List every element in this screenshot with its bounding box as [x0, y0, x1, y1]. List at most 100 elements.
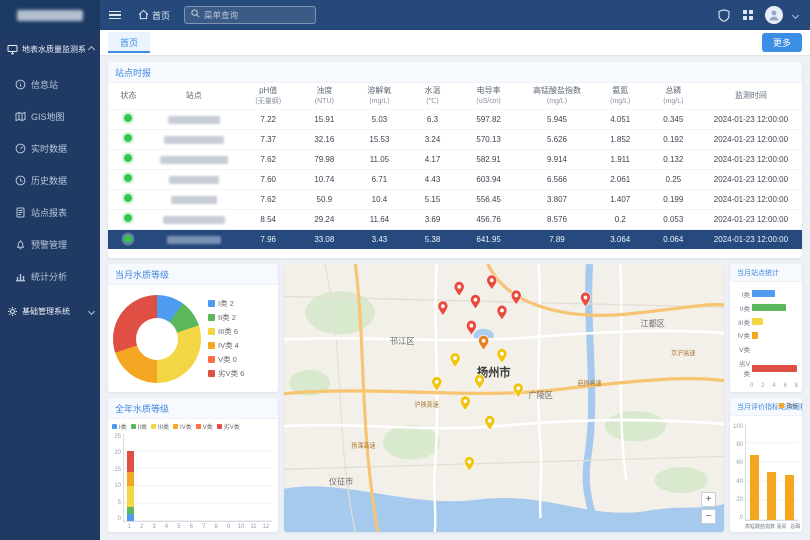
sidebar-section-1[interactable]: 基础管理系统 — [0, 292, 100, 330]
annual-x-axis: 123456789101112 — [123, 524, 278, 532]
table-row[interactable]: 7.2215.915.036.3597.825.9454.0510.345 20… — [108, 109, 802, 129]
legend-item: IV类 4 — [208, 340, 244, 351]
sidebar-item-label: 历史数据 — [31, 174, 67, 187]
map-road-label: 京沪高速 — [671, 348, 696, 357]
map-district-label: 邗江区 — [390, 336, 414, 346]
stack-segment — [127, 451, 134, 472]
measurement-value: 0.053 — [647, 209, 700, 229]
sidebar-item-0-4[interactable]: 站点报表 — [0, 196, 100, 228]
month-station-stats-title: 当月站点统计 — [730, 264, 802, 282]
tab-home[interactable]: 首页 — [108, 32, 150, 53]
sidebar-item-label: 实时数据 — [31, 142, 67, 155]
hbar-row: V类 — [733, 344, 797, 354]
table-row[interactable]: 7.6010.746.714.43603.946.5662.0610.25 20… — [108, 169, 802, 189]
left-column: 当月水质等级 I类 2 II类 2 III类 6 IV类 4 V类 0 劣V类 … — [108, 264, 278, 532]
sidebar-item-label: GIS地图 — [31, 110, 65, 123]
dashboard-body: 站点时报 状态站点pH值(无量纲)浊度(NTU)溶解氧(mg/L)水温(℃)电导… — [100, 56, 810, 540]
station-stats-bar-chart[interactable]: I类 II类 III类 IV类 V类 劣V类 — [730, 282, 802, 382]
station-map[interactable]: 扬州市邗江区广陵区江都区仪征市沪陕高速启扬高速京沪高速扬溧高速 — [284, 264, 724, 532]
sidebar-item-label: 站点报表 — [31, 206, 67, 219]
user-avatar[interactable] — [765, 6, 783, 24]
more-button[interactable]: 更多 — [762, 33, 802, 52]
logo — [0, 0, 100, 30]
exceed-rate-bar-chart[interactable] — [745, 424, 798, 521]
status-normal-dot — [124, 134, 132, 142]
exceed-rate-categories: 高锰酸盐指数氨氮总磷 — [745, 523, 802, 532]
map-zoom-controls: + − — [701, 492, 716, 524]
column-header: 监测时间 — [700, 83, 802, 109]
measurement-value: 7.62 — [239, 189, 298, 209]
measurement-value: 0.192 — [647, 129, 700, 149]
map-zoom-out-button[interactable]: − — [701, 509, 716, 524]
measurement-value: 6.566 — [520, 169, 593, 189]
station-name-redacted — [160, 156, 228, 164]
annual-stacked-bar-chart[interactable] — [123, 434, 272, 522]
measurement-value: 8.54 — [239, 209, 298, 229]
monitor-time: 2024-01-23 12:00:00 — [700, 209, 802, 229]
bottom-panels: 当月水质等级 I类 2 II类 2 III类 6 IV类 4 V类 0 劣V类 … — [108, 264, 802, 532]
sidebar-section-0[interactable]: 地表水质量监测系统 — [0, 30, 100, 68]
column-header: 水温(℃) — [408, 83, 457, 109]
chevron-down-icon[interactable] — [792, 11, 799, 18]
alarm-icon — [14, 238, 26, 250]
legend-item: III类 6 — [208, 326, 244, 337]
status-normal-dot — [124, 174, 132, 182]
topbar-home-link[interactable]: 首页 — [130, 0, 178, 30]
map-zoom-in-button[interactable]: + — [701, 492, 716, 507]
table-row[interactable]: 7.6279.9811.054.17582.919.9141.9110.132 … — [108, 149, 802, 169]
status-normal-dot — [124, 235, 132, 243]
measurement-value: 11.64 — [351, 209, 408, 229]
legend-item: IV类 — [173, 422, 192, 431]
station-name-redacted — [163, 216, 225, 224]
station-name-redacted — [167, 236, 221, 244]
table-row[interactable]: 7.6250.910.45.15556.453.8071.4070.199 20… — [108, 189, 802, 209]
measurement-value: 0.132 — [647, 149, 700, 169]
measurement-value: 0.2 — [594, 209, 647, 229]
measurement-value: 8.576 — [520, 209, 593, 229]
stats-icon — [14, 270, 26, 282]
hbar-row: IV类 — [733, 330, 797, 340]
apps-grid-icon[interactable] — [741, 8, 755, 22]
menu-search[interactable] — [184, 6, 316, 24]
legend-item: V类 — [196, 422, 213, 431]
sidebar-item-0-5[interactable]: 预警管理 — [0, 228, 100, 260]
status-normal-dot — [124, 154, 132, 162]
legend-item: 劣V类 6 — [208, 368, 244, 379]
measurement-value: 3.064 — [594, 229, 647, 249]
table-row[interactable]: 7.3732.1615.533.24570.135.6261.8520.192 … — [108, 129, 802, 149]
home-icon — [138, 9, 149, 22]
hbar-row: III类 — [733, 317, 797, 327]
station-name-redacted — [169, 176, 219, 184]
measurement-value: 556.45 — [457, 189, 520, 209]
menu-collapse-icon[interactable] — [100, 0, 130, 30]
measurement-value: 597.82 — [457, 109, 520, 129]
station-report-table: 状态站点pH值(无量纲)浊度(NTU)溶解氧(mg/L)水温(℃)电导率(uS/… — [108, 83, 802, 249]
table-row[interactable]: 7.9633.083.435.38641.957.893.0640.064 20… — [108, 229, 802, 249]
monitor-icon — [6, 43, 18, 55]
legend-item: II类 — [131, 422, 147, 431]
sidebar-item-0-3[interactable]: 历史数据 — [0, 164, 100, 196]
stack-segment — [127, 514, 134, 521]
info-icon — [14, 78, 26, 90]
sidebar-item-0-6[interactable]: 统计分析 — [0, 260, 100, 292]
search-input[interactable] — [204, 10, 309, 20]
sidebar-item-0-2[interactable]: 实时数据 — [0, 132, 100, 164]
sidebar-item-label: 统计分析 — [31, 270, 67, 283]
measurement-value: 32.16 — [298, 129, 351, 149]
column-header: pH值(无量纲) — [239, 83, 298, 109]
monitor-time: 2024-01-23 12:00:00 — [700, 169, 802, 189]
exceed-rate-legend: 指标 — [779, 401, 798, 410]
sidebar: 地表水质量监测系统 信息站 GIS地图 实时数据 历史数据 站点报表 预警管理 — [0, 30, 100, 540]
table-row[interactable]: 8.5429.2411.643.69456.768.5760.20.053 20… — [108, 209, 802, 229]
grade-donut-legend: I类 2 II类 2 III类 6 IV类 4 V类 0 劣V类 6 — [208, 298, 244, 379]
shield-icon[interactable] — [717, 8, 731, 22]
measurement-value: 10.4 — [351, 189, 408, 209]
grade-donut-chart[interactable] — [113, 295, 201, 383]
sidebar-item-0-1[interactable]: GIS地图 — [0, 100, 100, 132]
measurement-value: 603.94 — [457, 169, 520, 189]
status-normal-dot — [124, 114, 132, 122]
sidebar-item-0-0[interactable]: 信息站 — [0, 68, 100, 100]
hbar-row: 劣V类 — [733, 358, 797, 378]
month-grade-title: 当月水质等级 — [108, 264, 278, 285]
measurement-value: 5.38 — [408, 229, 457, 249]
